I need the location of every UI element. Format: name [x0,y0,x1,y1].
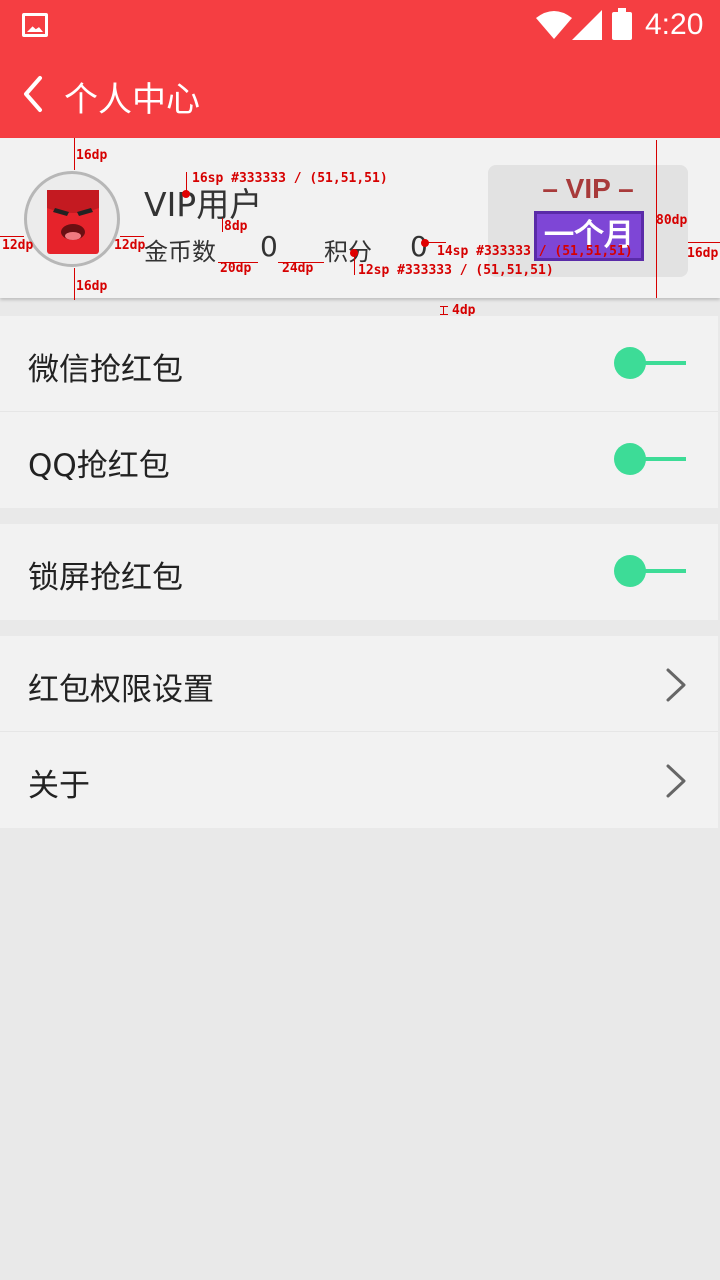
avatar[interactable] [24,171,120,267]
toolbar: 个人中心 [0,50,720,138]
wifi-icon [536,11,572,39]
annotation-right-pad: 16dp [687,246,719,261]
setting-row-wechat[interactable]: 微信抢红包 [0,316,718,412]
annotation-left-pad: 12dp [2,238,34,253]
annotation-line [74,268,75,300]
setting-row-qq[interactable]: QQ抢红包 [0,412,718,508]
annotation-dot [182,190,190,198]
points-label: 积分 [324,238,372,266]
lockscreen-toggle[interactable] [614,554,688,588]
vip-label: – VIP – [542,173,634,204]
annotation-bottom-pad: 16dp [76,279,108,294]
chevron-right-icon [666,668,686,702]
qq-toggle[interactable] [614,442,688,476]
annotation-line [74,138,75,170]
annotation-line [120,236,144,237]
annotation-dot [421,239,429,247]
status-time: 4:20 [645,8,704,41]
wechat-toggle[interactable] [614,346,688,380]
annotation-line [186,172,187,192]
annotation-line [440,306,448,307]
coins-value: 0 [260,230,278,263]
battery-icon [612,8,632,40]
page-title: 个人中心 [64,80,200,120]
annotation-username-spec: 16sp #333333 / (51,51,51) [192,171,388,186]
image-icon [22,13,48,37]
annotation-line [222,218,223,232]
setting-label: 红包权限设置 [28,672,214,708]
annotation-top-pad: 16dp [76,148,108,163]
status-bar: 4:20 [0,0,720,50]
setting-label: 微信抢红包 [28,352,183,388]
annotation-line [443,306,444,315]
setting-label: 关于 [28,768,90,804]
annotation-avatar-gap: 12dp [114,238,146,253]
red-envelope-icon [47,190,99,254]
profile-header: VIP用户 金币数 0 积分 0 – VIP – 一个月 16dp 16dp 1… [0,138,720,300]
annotation-name-gap: 8dp [224,219,248,234]
setting-row-lockscreen[interactable]: 锁屏抢红包 [0,524,718,620]
chevron-right-icon [666,764,686,798]
settings-group-misc: 红包权限设置 关于 [0,636,718,828]
setting-row-about[interactable]: 关于 [0,732,718,828]
chevron-left-icon[interactable] [16,74,56,114]
annotation-coin-gap: 20dp [220,261,252,276]
settings-group-lockscreen: 锁屏抢红包 [0,524,718,620]
annotation-value-spec: 14sp #333333 / (51,51,51) [437,244,633,259]
setting-label: QQ抢红包 [28,448,170,484]
annotation-line [0,236,24,237]
annotation-header-height: 80dp [656,213,688,228]
setting-label: 锁屏抢红包 [28,560,183,596]
coins-label: 金币数 [144,238,216,266]
annotation-line [354,253,355,275]
annotation-line [688,242,720,243]
annotation-stats-spec: 12sp #333333 / (51,51,51) [358,263,554,278]
annotation-line [440,314,448,315]
signal-icon [572,10,602,40]
setting-row-permissions[interactable]: 红包权限设置 [0,636,718,732]
annotation-stat-gap: 24dp [282,261,314,276]
settings-group-grab: 微信抢红包 QQ抢红包 [0,316,718,508]
annotation-line [428,242,446,243]
